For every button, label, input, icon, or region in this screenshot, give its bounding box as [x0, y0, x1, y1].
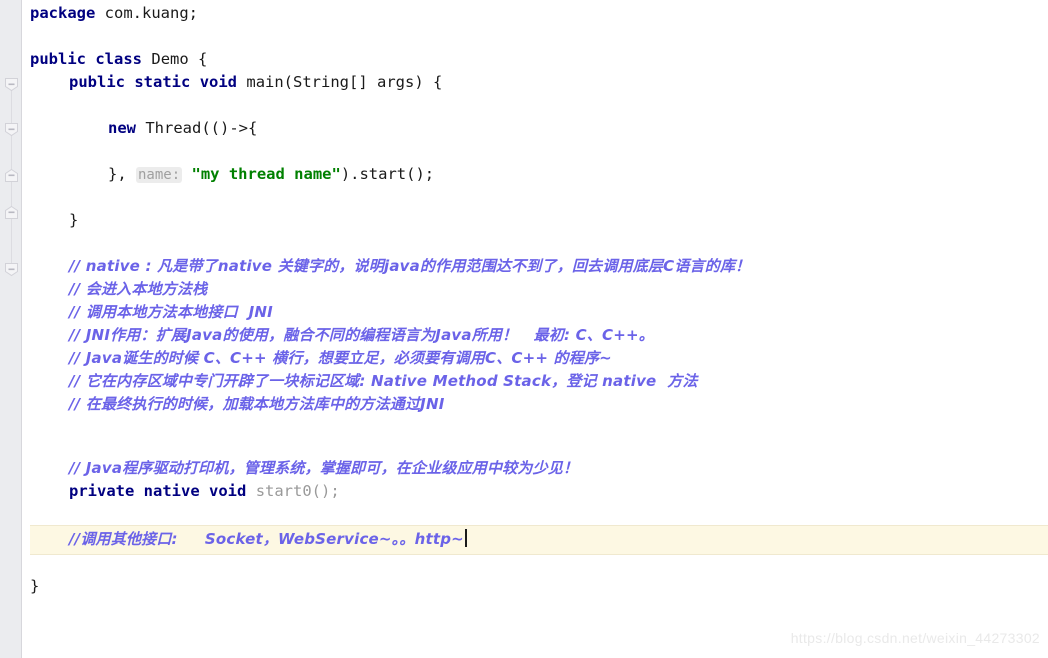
fold-collapse-class-icon[interactable] — [4, 262, 19, 277]
code-line[interactable]: package com.kuang; — [30, 2, 198, 25]
watermark-url: https://blog.csdn.net/weixin_44273302 — [790, 630, 1040, 646]
code-comment-line[interactable]: // JNI作用：扩展Java的使用，融合不同的编程语言为Java所用！ 最初:… — [69, 324, 654, 347]
code-line[interactable]: private native void start0(); — [69, 480, 340, 503]
gutter-separator — [22, 0, 30, 658]
code-comment-line[interactable]: // 会进入本地方法栈 — [69, 278, 207, 301]
code-text-area[interactable]: package com.kuang; public class Demo {pub… — [30, 0, 1048, 658]
code-comment-line[interactable]: // native : 凡是带了native 关键字的，说明java的作用范围达… — [69, 255, 750, 278]
code-comment-line[interactable]: // Java诞生的时候 C、C++ 横行，想要立足，必须要有调用C、C++ 的… — [69, 347, 612, 370]
code-comment-line[interactable]: // 它在内存区域中专门开辟了一块标记区域: Native Method Sta… — [69, 370, 698, 393]
code-line[interactable]: public static void main(String[] args) { — [69, 71, 442, 94]
text-caret — [464, 529, 467, 547]
code-line[interactable]: }, name: "my thread name").start(); — [108, 163, 434, 186]
code-comment-line[interactable]: //调用其他接口: Socket，WebService~。。http~ — [69, 528, 467, 551]
fold-collapse-lambda-icon[interactable] — [4, 122, 19, 137]
code-line[interactable]: } — [30, 575, 39, 598]
code-editor[interactable]: package com.kuang; public class Demo {pub… — [0, 0, 1048, 658]
code-line[interactable]: public class Demo { — [30, 48, 207, 71]
code-comment-line[interactable]: // 在最终执行的时候，加载本地方法库中的方法通过JNI — [69, 393, 445, 416]
fold-collapse-main-icon[interactable] — [4, 77, 19, 92]
code-line[interactable]: new Thread(()->{ — [108, 117, 257, 140]
code-comment-line[interactable]: // 调用本地方法本地接口 JNI — [69, 301, 273, 324]
code-line[interactable]: } — [69, 209, 78, 232]
code-comment-line[interactable]: // Java程序驱动打印机，管理系统，掌握即可，在企业级应用中较为少见！ — [69, 457, 578, 480]
fold-end-main-icon[interactable] — [4, 205, 19, 220]
fold-end-lambda-icon[interactable] — [4, 168, 19, 183]
